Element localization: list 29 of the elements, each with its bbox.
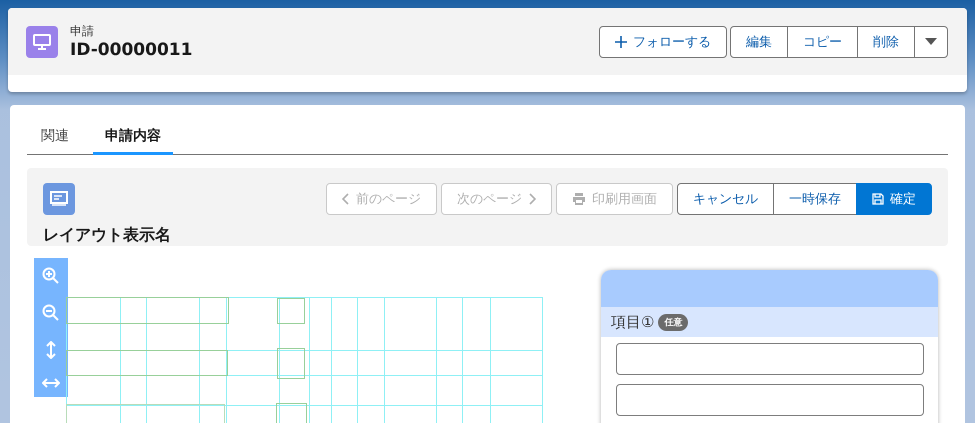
zoom-in-icon[interactable]	[42, 267, 60, 286]
more-actions-button[interactable]	[914, 26, 948, 58]
chevron-left-icon	[342, 193, 350, 205]
tab[interactable]: 関連	[29, 121, 81, 155]
tab[interactable]: 申請内容	[93, 121, 173, 155]
action-button[interactable]: 削除	[857, 26, 915, 58]
monitor-icon	[26, 26, 58, 58]
horizontal-arrow-icon[interactable]	[42, 378, 60, 388]
input-field[interactable]	[616, 384, 924, 416]
follow-button[interactable]: フォローする	[599, 26, 727, 58]
input-field[interactable]	[616, 343, 924, 375]
field-label: 項目①	[611, 312, 654, 332]
toolbar-button[interactable]: 確定	[856, 183, 932, 215]
caret-icon	[925, 38, 937, 46]
chevron-right-icon	[528, 193, 536, 205]
save-icon	[872, 193, 884, 205]
toolbar-button[interactable]: キャンセル	[677, 183, 774, 215]
record-id: ID-00000011	[70, 40, 192, 60]
object-label: 申請	[70, 23, 95, 40]
form-icon	[43, 183, 75, 215]
action-button[interactable]: 編集	[730, 26, 788, 58]
vertical-arrow-icon[interactable]	[46, 340, 56, 359]
optional-badge: 任意	[658, 314, 688, 330]
printer-icon	[572, 193, 586, 205]
plus-icon	[615, 36, 627, 48]
toolbar-button[interactable]: 一時保存	[773, 183, 857, 215]
action-button[interactable]: コピー	[787, 26, 858, 58]
layout-title: レイアウト表示名	[43, 225, 171, 246]
zoom-out-icon[interactable]	[42, 304, 60, 322]
